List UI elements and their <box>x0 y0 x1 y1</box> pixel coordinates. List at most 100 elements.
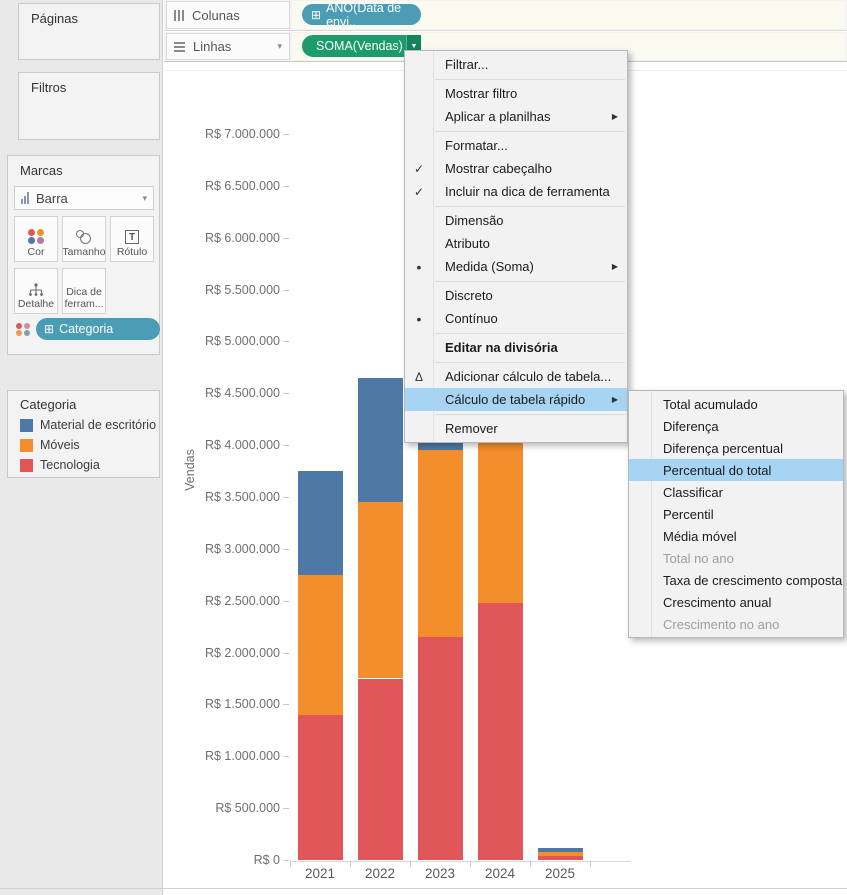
menu-item-contínuo[interactable]: •Contínuo <box>405 307 627 330</box>
filters-card-title: Filtros <box>19 73 159 95</box>
marks-card: Marcas Barra ▾ Cor Tamanho T Rótulo Deta… <box>7 155 160 355</box>
menu-item-label: Diferença percentual <box>663 441 843 456</box>
filters-card[interactable]: Filtros <box>18 72 160 140</box>
legend-item[interactable]: Tecnologia <box>20 458 159 472</box>
bar-segment-tecnologia[interactable] <box>478 603 523 860</box>
color-legend-dots-icon <box>16 323 31 336</box>
menu-item-medida-soma[interactable]: •Medida (Soma)▶ <box>405 255 627 278</box>
menu-item-média-móvel[interactable]: Média móvel <box>629 525 843 547</box>
bar-segment-m-veis[interactable] <box>538 852 583 856</box>
menu-item-filtrar[interactable]: Filtrar... <box>405 53 627 76</box>
bar-chart-icon <box>21 192 29 204</box>
x-axis-line <box>290 861 631 862</box>
y-axis-tick-label: R$ 5.500.000 <box>170 283 280 297</box>
menu-item-taxa-de-crescimento-composta[interactable]: Taxa de crescimento composta <box>629 569 843 591</box>
menu-item-classificar[interactable]: Classificar <box>629 481 843 503</box>
legend-item[interactable]: Material de escritório <box>20 418 159 432</box>
menu-item-remover[interactable]: Remover <box>405 417 627 440</box>
menu-item-diferença-percentual[interactable]: Diferença percentual <box>629 437 843 459</box>
legend-label: Material de escritório <box>40 418 156 432</box>
menu-item-aplicar-a-planilhas[interactable]: Aplicar a planilhas▶ <box>405 105 627 128</box>
chevron-down-icon[interactable]: ▾ <box>277 41 282 52</box>
bar-segment-tecnologia[interactable] <box>298 715 343 860</box>
y-axis-tick-label: R$ 2.500.000 <box>170 594 280 608</box>
y-axis-tick-label: R$ 4.500.000 <box>170 386 280 400</box>
columns-shelf-label: Colunas <box>192 8 282 23</box>
bar-segment-m-veis[interactable] <box>358 502 403 678</box>
size-button[interactable]: Tamanho <box>62 216 106 262</box>
delta-icon: Δ <box>405 370 433 384</box>
x-axis-boundary-tick <box>290 861 291 867</box>
menu-item-adicionar-cálculo-de-tabela[interactable]: ΔAdicionar cálculo de tabela... <box>405 365 627 388</box>
menu-item-diferença[interactable]: Diferença <box>629 415 843 437</box>
menu-item-label: Medida (Soma) <box>445 259 627 274</box>
soma-pill-label: SOMA(Vendas) <box>316 39 403 53</box>
menu-item-label: Mostrar cabeçalho <box>445 161 627 176</box>
tooltip-button-label: Dica de ferram... <box>63 286 105 310</box>
color-legend-card: Categoria Material de escritórioMóveisTe… <box>7 390 160 478</box>
menu-item-label: Total acumulado <box>663 397 843 412</box>
menu-item-label: Diferença <box>663 419 843 434</box>
bar-segment-material-de-escrit-rio[interactable] <box>298 471 343 575</box>
menu-item-discreto[interactable]: Discreto <box>405 284 627 307</box>
menu-item-editar-na-divisória[interactable]: Editar na divisória <box>405 336 627 359</box>
submenu-arrow-icon: ▶ <box>612 112 618 121</box>
menu-item-crescimento-no-ano: Crescimento no ano <box>629 613 843 635</box>
menu-separator <box>435 281 625 282</box>
color-dots-icon <box>28 229 45 244</box>
menu-item-incluir-na-dica-de-ferramenta[interactable]: ✓Incluir na dica de ferramenta <box>405 180 627 203</box>
menu-item-label: Mostrar filtro <box>445 86 627 101</box>
columns-shelf: Colunas ⊞ ANO(Data de envi.. <box>164 0 847 31</box>
menu-item-mostrar-filtro[interactable]: Mostrar filtro <box>405 82 627 105</box>
menu-item-label: Contínuo <box>445 311 627 326</box>
bar-segment-tecnologia[interactable] <box>358 679 403 861</box>
bar-segment-material-de-escrit-rio[interactable] <box>538 848 583 852</box>
menu-item-label: Total no ano <box>663 551 843 566</box>
bar-segment-m-veis[interactable] <box>418 450 463 637</box>
y-axis-tick-mark <box>283 186 289 187</box>
marks-card-title: Marcas <box>8 156 159 178</box>
menu-item-dimensão[interactable]: Dimensão <box>405 209 627 232</box>
y-axis-tick-mark <box>283 808 289 809</box>
menu-item-label: Média móvel <box>663 529 843 544</box>
bar-segment-tecnologia[interactable] <box>538 856 583 860</box>
menu-separator <box>435 131 625 132</box>
pages-card[interactable]: Páginas <box>18 3 160 60</box>
y-axis-tick-mark <box>283 445 289 446</box>
menu-item-percentual-do-total[interactable]: Percentual do total <box>629 459 843 481</box>
bar-segment-material-de-escrit-rio[interactable] <box>358 378 403 503</box>
menu-item-atributo[interactable]: Atributo <box>405 232 627 255</box>
x-axis-category-label: 2022 <box>365 866 395 881</box>
categoria-pill[interactable]: ⊞ Categoria <box>36 318 160 340</box>
y-axis-tick-label: R$ 3.000.000 <box>170 542 280 556</box>
detail-button[interactable]: Detalhe <box>14 268 58 314</box>
menu-item-formatar[interactable]: Formatar... <box>405 134 627 157</box>
y-axis-tick-mark <box>283 756 289 757</box>
menu-separator <box>435 414 625 415</box>
y-axis-tick-mark <box>283 393 289 394</box>
y-axis-tick-label: R$ 6.000.000 <box>170 231 280 245</box>
menu-item-total-acumulado[interactable]: Total acumulado <box>629 393 843 415</box>
menu-item-crescimento-anual[interactable]: Crescimento anual <box>629 591 843 613</box>
plus-box-icon: ⊞ <box>311 8 321 22</box>
menu-separator <box>435 362 625 363</box>
label-button[interactable]: T Rótulo <box>110 216 154 262</box>
menu-item-percentil[interactable]: Percentil <box>629 503 843 525</box>
menu-item-label: Filtrar... <box>445 57 627 72</box>
rows-shelf-label-box: Linhas ▾ <box>166 33 290 60</box>
bar-segment-m-veis[interactable] <box>298 575 343 715</box>
columns-shelf-label-box: Colunas <box>166 1 290 29</box>
menu-item-cálculo-de-tabela-rápido[interactable]: Cálculo de tabela rápido▶ <box>405 388 627 411</box>
bar-segment-tecnologia[interactable] <box>418 637 463 860</box>
menu-item-label: Crescimento anual <box>663 595 843 610</box>
tableau-window: Páginas Filtros Marcas Barra ▾ Cor Taman… <box>0 0 847 895</box>
color-button[interactable]: Cor <box>14 216 58 262</box>
mark-type-dropdown[interactable]: Barra ▾ <box>14 186 154 210</box>
legend-item[interactable]: Móveis <box>20 438 159 452</box>
ano-data-envio-pill[interactable]: ⊞ ANO(Data de envi.. <box>302 4 421 25</box>
tooltip-button[interactable]: Dica de ferram... <box>62 268 106 314</box>
menu-separator <box>435 79 625 80</box>
bullet-icon: • <box>405 259 433 275</box>
legend-label: Tecnologia <box>40 458 100 472</box>
menu-item-mostrar-cabeçalho[interactable]: ✓Mostrar cabeçalho <box>405 157 627 180</box>
